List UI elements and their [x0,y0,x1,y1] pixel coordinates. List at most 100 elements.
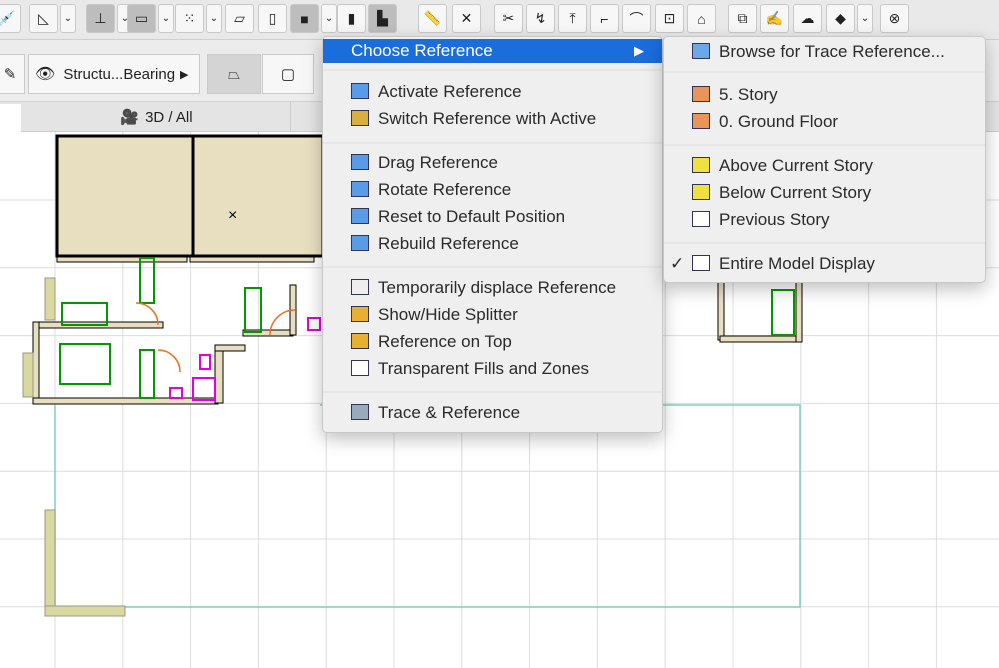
trace-reference-button[interactable]: ■ [290,4,319,33]
menu-item-entire-model-display[interactable]: ✓ Entire Model Display [664,252,985,276]
geometry-method-rectangle-button[interactable]: ▢ [262,54,314,94]
ruler-button[interactable]: 📏 [418,4,447,33]
split-button[interactable]: ✂ [494,4,523,33]
geometry-method-polygon-button[interactable]: ⏢ [207,54,261,94]
dropdown-chevron-button[interactable]: ⌄ [60,4,76,33]
pen-button[interactable]: ✍ [760,4,789,33]
wall-segment [44,509,56,611]
folder-icon [692,43,710,59]
syringe-button[interactable]: 💉 [0,4,21,33]
3d-view-button[interactable]: ◆ [826,4,855,33]
submenu-arrow-icon: ▶ [634,43,644,58]
wall-segment [22,352,34,398]
menu-separator [323,69,662,71]
menu-item-drag-reference[interactable]: Drag Reference [323,151,662,175]
dropdown-chevron-button[interactable]: ⌄ [158,4,174,33]
menu-item-switch-reference-with-active[interactable]: Switch Reference with Active [323,107,662,131]
furniture [139,349,155,399]
menu-item-transparent-fills-and-zones[interactable]: Transparent Fills and Zones [323,357,662,381]
menu-item-label: Show/Hide Splitter [378,305,518,324]
resize-button[interactable]: ⧉ [728,4,757,33]
menu-item-label: Previous Story [719,210,830,229]
ruler-icon: 📏 [423,10,442,26]
tab-3d-all[interactable]: 🎥 3D / All [23,102,291,132]
wall [32,397,219,405]
dropdown-chevron-button[interactable]: ⌄ [321,4,337,33]
stair-icon: ▙ [377,10,388,26]
dropdown-chevron-button[interactable]: ⌄ [206,4,222,33]
roof-icon: ⌂ [697,10,706,27]
no-comment-button[interactable]: ⊗ [880,4,909,33]
object-button[interactable]: ▮ [337,4,366,33]
menu-item-below-current-story[interactable]: Below Current Story [664,181,985,205]
menu-item-show-hide-splitter[interactable]: Show/Hide Splitter [323,303,662,327]
dropdown-chevron-button[interactable]: ⌄ [857,4,873,33]
curve-button[interactable]: ⌒ [622,4,651,33]
menu-item-reference-on-top[interactable]: Reference on Top [323,330,662,354]
close-x-icon: ✕ [460,10,473,26]
plane-button[interactable]: ▯ [258,4,287,33]
checkmark-icon: ✓ [670,254,685,273]
menu-item-trace-reference[interactable]: Trace & Reference [323,401,662,425]
wall [192,135,324,257]
menu-item-above-current-story[interactable]: Above Current Story [664,154,985,178]
menu-item-label: Browse for Trace Reference... [719,42,945,61]
wall [719,335,801,343]
rebuild-reference-icon [351,235,369,251]
adjust-button[interactable]: ↯ [526,4,555,33]
grid-button[interactable]: ⁙ [175,4,204,33]
menu-item-choose-reference[interactable]: Choose Reference ▶ [323,39,662,63]
stair-button[interactable]: ▙ [368,4,397,33]
menu-item-reset-to-default-position[interactable]: Reset to Default Position [323,205,662,229]
layer-label: Structu...Bearing [63,65,176,83]
menu-item-label: Above Current Story [719,156,874,175]
furniture [771,289,795,336]
label-button[interactable]: ▭ [127,4,156,33]
below-story-icon [692,184,710,200]
elevate-button[interactable]: ⤒ [558,4,587,33]
menu-item-label: Drag Reference [378,153,499,172]
corner-button[interactable]: ⌐ [590,4,619,33]
3d-view-icon: ◆ [835,10,846,26]
tab-blank[interactable] [0,104,21,132]
switch-reference-icon [351,110,369,126]
tab-label: 3D / All [145,108,193,126]
layer-selector[interactable]: 👁 Structu...Bearing ▶ [28,54,200,94]
menu-separator [664,144,985,146]
select-tool-button[interactable]: ✎ [0,54,25,94]
menu-item-rotate-reference[interactable]: Rotate Reference [323,178,662,202]
menu-item-label: 0. Ground Floor [719,112,839,131]
menu-item-previous-story[interactable]: Previous Story [664,208,985,232]
reference-on-top-icon [351,333,369,349]
menu-item-label: Choose Reference [351,41,493,60]
menu-separator [323,142,662,144]
adjust-icon: ↯ [534,10,547,26]
dimension-button[interactable]: ◺ [29,4,58,33]
story-icon [692,86,710,102]
roof-button[interactable]: ⌂ [687,4,716,33]
slab-button[interactable]: ▱ [225,4,254,33]
camera-icon: 🎥 [120,109,140,126]
menu-item-temporarily-displace-reference[interactable]: Temporarily displace Reference [323,276,662,300]
rotate-reference-icon [351,181,369,197]
menu-item-5-story[interactable]: 5. Story [664,83,985,107]
offset-button[interactable]: ⊡ [655,4,684,33]
trace-reference-icon [351,404,369,420]
level-button[interactable]: ⊥ [86,4,115,33]
menu-item-browse-for-trace-reference[interactable]: Browse for Trace Reference... [664,40,985,64]
eye-icon: 👁 [35,66,56,83]
menu-item-label: Activate Reference [378,82,522,101]
grid-icon: ⁙ [183,10,196,26]
menu-item-rebuild-reference[interactable]: Rebuild Reference [323,232,662,256]
dimension-icon: ◺ [38,10,49,26]
menu-item-label: Rotate Reference [378,180,512,199]
close-x-button[interactable]: ✕ [452,4,481,33]
menu-separator [664,71,985,73]
cloud-button[interactable]: ☁ [793,4,822,33]
syringe-icon: 💉 [0,10,16,26]
splitter-icon [351,306,369,322]
menu-item-activate-reference[interactable]: Activate Reference [323,80,662,104]
menu-item-0-ground-floor[interactable]: 0. Ground Floor [664,110,985,134]
cloud-icon: ☁ [800,10,815,26]
wall-segment [44,277,56,321]
